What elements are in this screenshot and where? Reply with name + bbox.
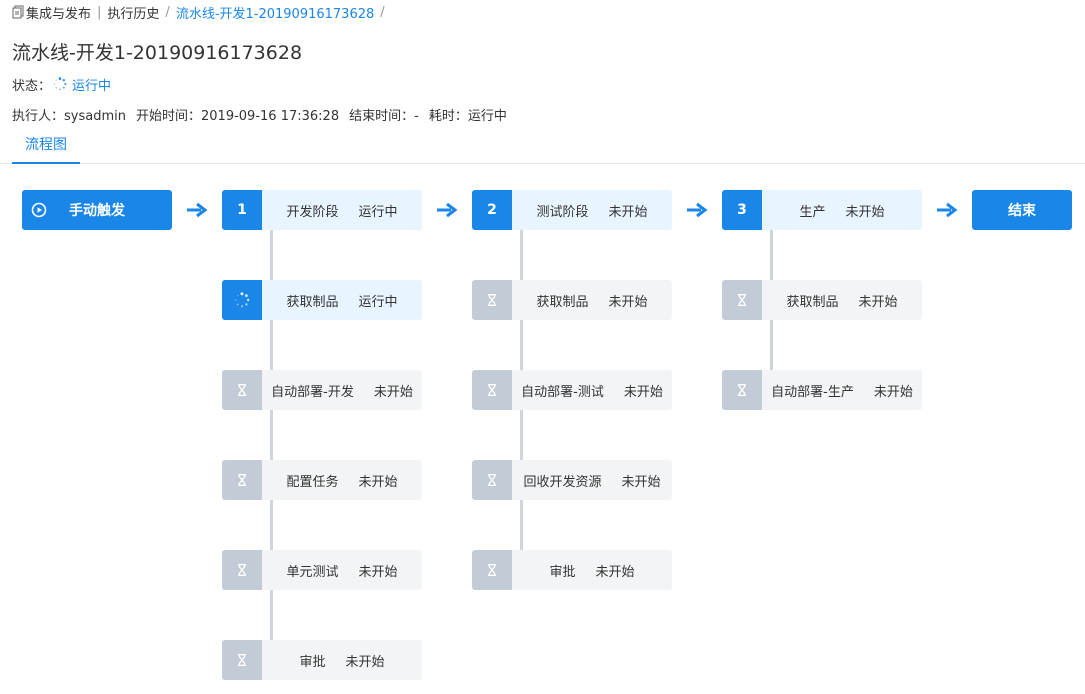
stage-2-name: 测试阶段 (536, 204, 589, 220)
task-name: 自动部署-测试 (521, 384, 604, 400)
task-name: 获取制品 (286, 294, 339, 310)
task-node[interactable]: 审批 未开始 (222, 640, 422, 680)
hourglass-icon (472, 370, 512, 410)
task-state: 未开始 (358, 564, 398, 580)
stage-3-state: 未开始 (845, 204, 885, 220)
task-state: 未开始 (858, 294, 898, 310)
stage-3-name: 生产 (799, 204, 826, 220)
task-node[interactable]: 单元测试 未开始 (222, 550, 422, 590)
stage-3-header[interactable]: 3 生产 未开始 (722, 190, 922, 230)
task-node[interactable]: 自动部署-开发 未开始 (222, 370, 422, 410)
task-name: 获取制品 (536, 294, 589, 310)
task-name: 自动部署-开发 (271, 384, 354, 400)
task-state: 运行中 (358, 294, 398, 310)
play-circle-icon (31, 202, 47, 218)
stage-2-state: 未开始 (608, 204, 648, 220)
stage-1-number: 1 (222, 190, 262, 230)
hourglass-icon (222, 460, 262, 500)
hourglass-icon (722, 280, 762, 320)
manual-trigger-label: 手动触发 (69, 203, 125, 219)
task-name: 配置任务 (286, 474, 339, 490)
task-name: 审批 (299, 654, 326, 670)
hourglass-icon (222, 370, 262, 410)
hourglass-icon (472, 280, 512, 320)
task-state: 未开始 (873, 384, 913, 400)
task-state: 未开始 (358, 474, 398, 490)
task-node[interactable]: 自动部署-生产 未开始 (722, 370, 922, 410)
task-node[interactable]: 回收开发资源 未开始 (472, 460, 672, 500)
pipeline-flow: 手动触发 1 开发阶段 运行中 获取制品 运行中 自动部署-开发 未开始 配置任… (0, 0, 1085, 694)
task-node[interactable]: 获取制品 运行中 (222, 280, 422, 320)
task-name: 获取制品 (786, 294, 839, 310)
task-name: 自动部署-生产 (771, 384, 854, 400)
arrow-right-icon (435, 200, 459, 220)
stage-1-header[interactable]: 1 开发阶段 运行中 (222, 190, 422, 230)
stage-1-name: 开发阶段 (286, 204, 339, 220)
task-node[interactable]: 自动部署-测试 未开始 (472, 370, 672, 410)
spinner-icon (222, 280, 262, 320)
hourglass-icon (722, 370, 762, 410)
hourglass-icon (472, 550, 512, 590)
task-node[interactable]: 获取制品 未开始 (722, 280, 922, 320)
task-node[interactable]: 获取制品 未开始 (472, 280, 672, 320)
task-state: 未开始 (595, 564, 635, 580)
task-state: 未开始 (345, 654, 385, 670)
task-state: 未开始 (621, 474, 661, 490)
manual-trigger-button[interactable]: 手动触发 (22, 190, 172, 230)
stage-2-number: 2 (472, 190, 512, 230)
stage-1-state: 运行中 (358, 204, 398, 220)
task-name: 单元测试 (286, 564, 339, 580)
hourglass-icon (222, 640, 262, 680)
stage-2-header[interactable]: 2 测试阶段 未开始 (472, 190, 672, 230)
task-state: 未开始 (373, 384, 413, 400)
stage-3-number: 3 (722, 190, 762, 230)
task-node[interactable]: 审批 未开始 (472, 550, 672, 590)
end-button[interactable]: 结束 (972, 190, 1072, 230)
arrow-right-icon (685, 200, 709, 220)
task-state: 未开始 (623, 384, 663, 400)
hourglass-icon (472, 460, 512, 500)
task-state: 未开始 (608, 294, 648, 310)
hourglass-icon (222, 550, 262, 590)
task-node[interactable]: 配置任务 未开始 (222, 460, 422, 500)
arrow-right-icon (935, 200, 959, 220)
task-name: 回收开发资源 (523, 474, 602, 490)
task-name: 审批 (549, 564, 576, 580)
arrow-right-icon (185, 200, 209, 220)
